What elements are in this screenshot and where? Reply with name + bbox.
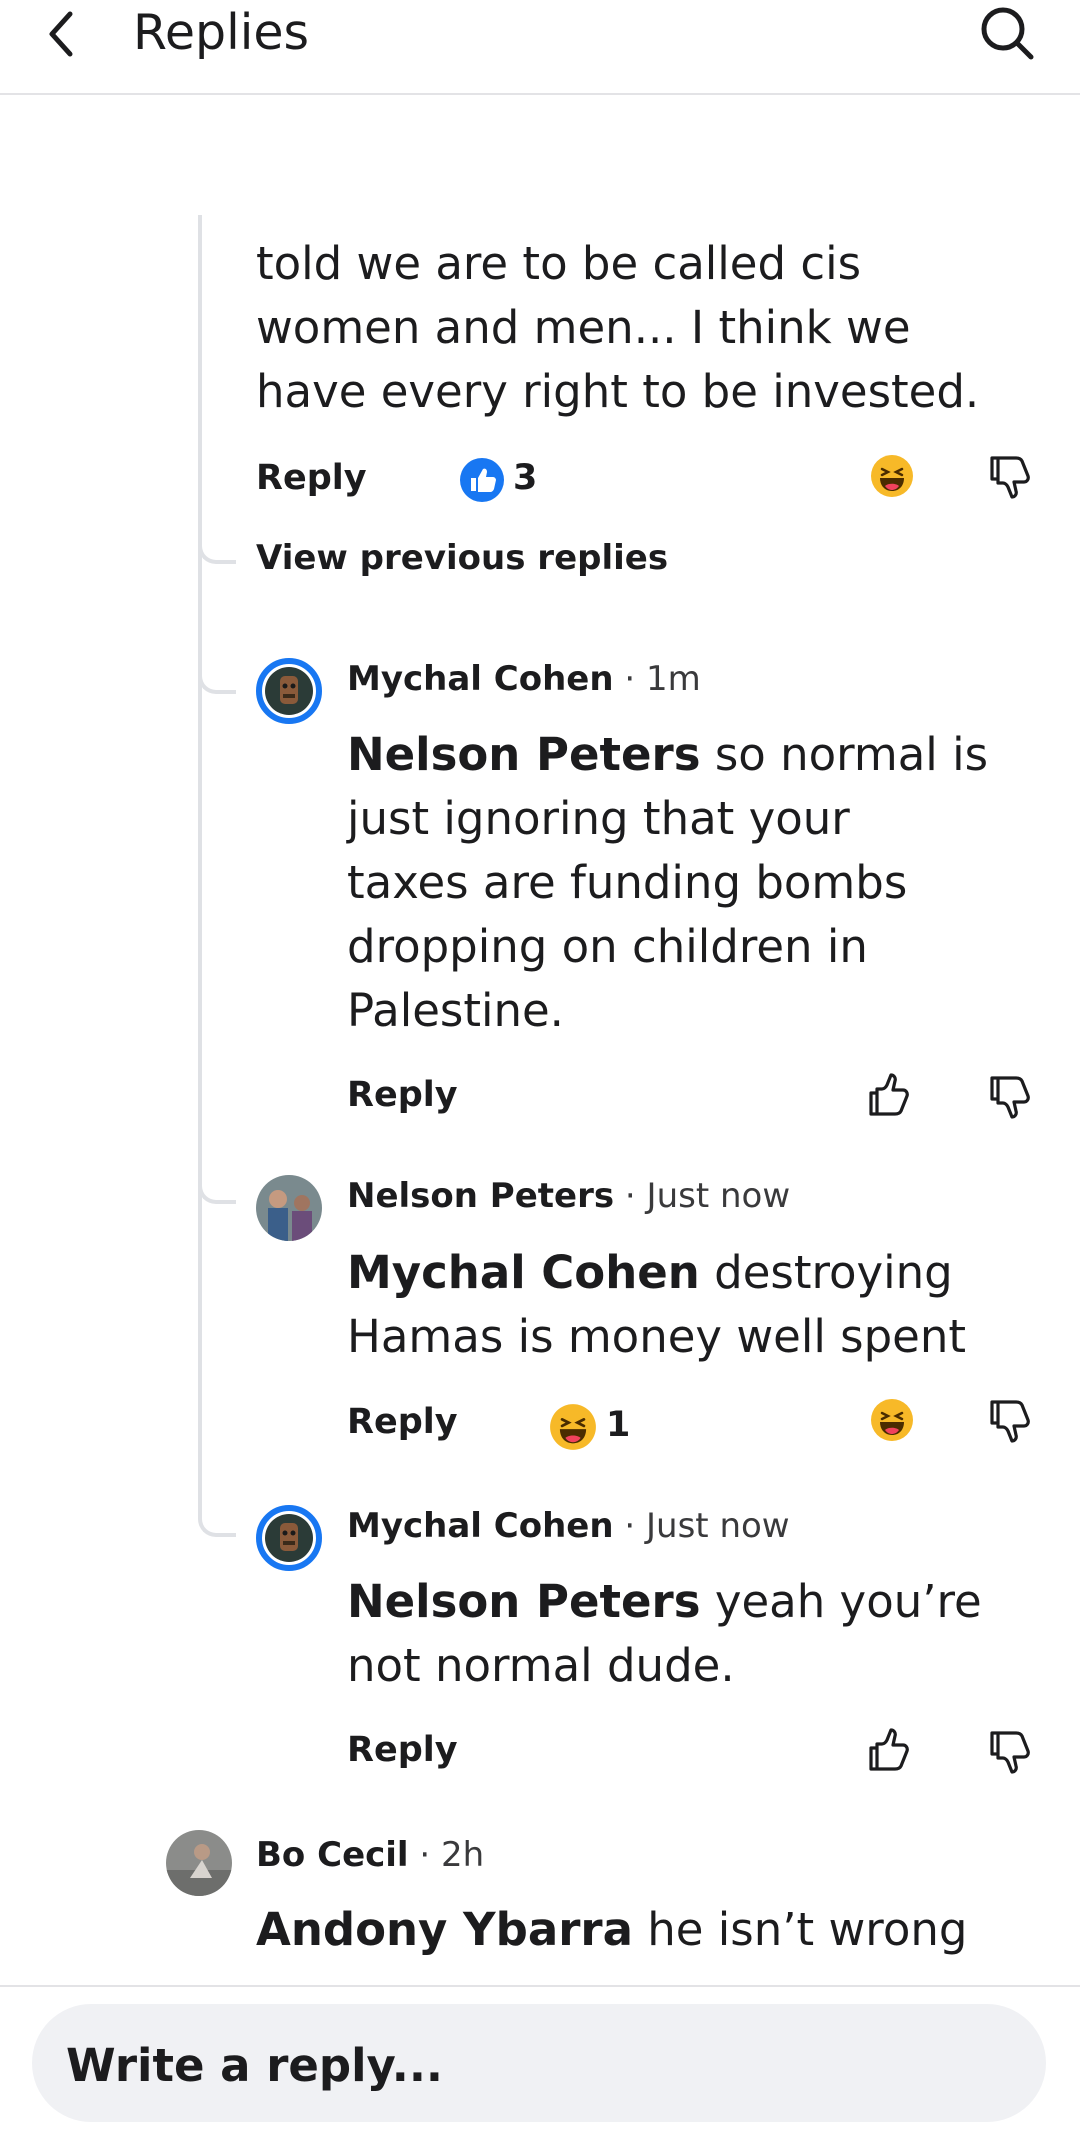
like-count: 3: [513, 458, 538, 498]
reply-button[interactable]: Reply: [256, 458, 367, 498]
avatar[interactable]: [256, 658, 322, 724]
haha-react-icon[interactable]: [870, 1398, 914, 1442]
separator: ·: [624, 1506, 636, 1546]
search-icon: [981, 7, 1034, 60]
avatar[interactable]: [256, 1505, 322, 1571]
avatar-image: [265, 667, 313, 715]
author-name[interactable]: Nelson Peters: [347, 1176, 614, 1216]
separator: ·: [624, 1176, 636, 1216]
comment-text-line: just ignoring that your: [347, 792, 850, 845]
comment-text-line: Palestine.: [347, 984, 564, 1037]
mention[interactable]: Nelson Peters: [347, 728, 701, 781]
avatar[interactable]: [256, 1175, 322, 1241]
comment-text-line: women and men... I think we: [256, 301, 911, 354]
reply-button[interactable]: Reply: [347, 1730, 458, 1770]
reply-composer: Write a reply...: [0, 1985, 1080, 2138]
comment-text: Nelson Peters yeah you’re not normal dud…: [347, 1570, 1047, 1698]
thread-branch: [198, 1170, 236, 1204]
dislike-icon[interactable]: [988, 1396, 1036, 1446]
timestamp: Just now: [646, 1176, 791, 1216]
dislike-icon[interactable]: [988, 1727, 1036, 1777]
comment-text-line: not normal dude.: [347, 1639, 735, 1692]
thread-branch: [198, 660, 236, 694]
timestamp: 1m: [646, 659, 701, 699]
comment-author-line: Mychal Cohen · 1m: [347, 659, 701, 699]
comment-author-line: Bo Cecil · 2h: [256, 1835, 484, 1875]
view-previous-replies-link[interactable]: View previous replies: [256, 538, 668, 578]
back-button[interactable]: [40, 6, 90, 62]
dislike-icon[interactable]: [988, 1072, 1036, 1122]
comment-text: Andony Ybarra he isn’t wrong: [256, 1898, 1056, 1962]
comment-text-line: destroying: [714, 1246, 953, 1299]
comment-text-line: have every right to be invested.: [256, 365, 980, 418]
page-title: Replies: [133, 4, 309, 61]
author-name[interactable]: Bo Cecil: [256, 1835, 409, 1875]
avatar[interactable]: [166, 1830, 232, 1896]
author-name[interactable]: Mychal Cohen: [347, 659, 614, 699]
author-name[interactable]: Mychal Cohen: [347, 1506, 614, 1546]
thread-line: [198, 215, 202, 1515]
comment-author-line: Mychal Cohen · Just now: [347, 1506, 790, 1546]
reply-input[interactable]: Write a reply...: [32, 2004, 1046, 2122]
reply-button[interactable]: Reply: [347, 1402, 458, 1442]
separator: ·: [624, 659, 636, 699]
comment-text-line: taxes are funding bombs: [347, 856, 908, 909]
mention[interactable]: Mychal Cohen: [347, 1246, 700, 1299]
like-icon[interactable]: [867, 1725, 915, 1775]
comment-text: told we are to be called cis women and m…: [256, 232, 1056, 424]
thread-branch: [198, 1500, 236, 1537]
search-button[interactable]: [978, 4, 1036, 62]
comment-text-line: he isn’t wrong: [647, 1903, 968, 1956]
thread-branch: [198, 540, 236, 564]
comment-text-line: Hamas is money well spent: [347, 1310, 966, 1363]
avatar-image: [166, 1830, 232, 1896]
mention[interactable]: Andony Ybarra: [256, 1903, 633, 1956]
haha-reaction-icon: [550, 1404, 596, 1450]
chevron-left-icon: [49, 11, 73, 57]
comment-text: Mychal Cohen destroying Hamas is money w…: [347, 1241, 1047, 1369]
haha-react-icon[interactable]: [870, 454, 914, 498]
mention[interactable]: Nelson Peters: [347, 1575, 701, 1628]
comment-text-line: dropping on children in: [347, 920, 868, 973]
avatar-image: [256, 1175, 322, 1241]
comment-author-line: Nelson Peters · Just now: [347, 1176, 790, 1216]
like-icon[interactable]: [867, 1070, 915, 1120]
reply-input-placeholder: Write a reply...: [66, 2039, 444, 2092]
reaction-count: 1: [606, 1405, 631, 1445]
comment-text-line: told we are to be called cis: [256, 237, 862, 290]
comment-text-line: yeah you’re: [714, 1575, 982, 1628]
like-reaction-icon: [460, 458, 504, 502]
comment-text-line: so normal is: [714, 728, 989, 781]
dislike-icon[interactable]: [988, 452, 1036, 502]
top-bar: Replies: [0, 0, 1080, 95]
comment-text: Nelson Peters so normal is just ignoring…: [347, 723, 1047, 1043]
timestamp: 2h: [441, 1835, 485, 1875]
timestamp: Just now: [646, 1506, 790, 1546]
avatar-image: [265, 1514, 313, 1562]
reply-button[interactable]: Reply: [347, 1075, 458, 1115]
separator: ·: [419, 1835, 431, 1875]
